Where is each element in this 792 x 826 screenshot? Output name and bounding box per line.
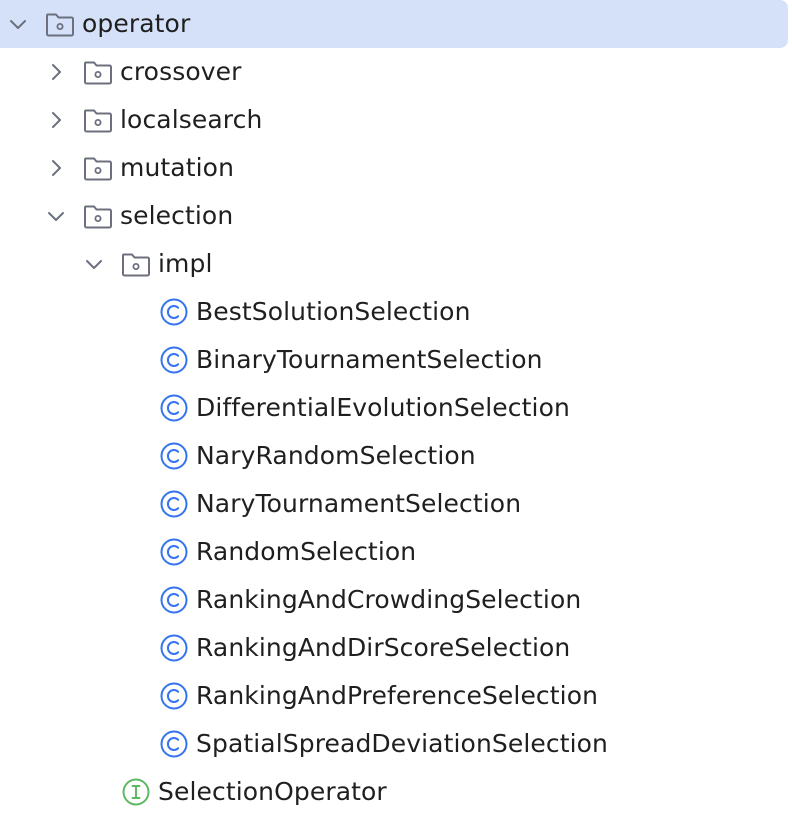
tree-item-label: crossover [120, 57, 242, 86]
tree-item-label: BinaryTournamentSelection [196, 345, 543, 374]
tree-item-localsearch[interactable]: localsearch [0, 96, 788, 144]
tree-item-label: RankingAndPreferenceSelection [196, 681, 599, 710]
folder-package-icon [83, 202, 113, 230]
class-icon [159, 346, 189, 374]
tree-item-label: selection [120, 201, 234, 230]
tree-item-mutation[interactable]: mutation [0, 144, 788, 192]
class-icon [159, 394, 189, 422]
class-icon [159, 682, 189, 710]
tree-item-class[interactable]: RankingAndCrowdingSelection [0, 576, 788, 624]
class-icon [159, 538, 189, 566]
tree-item-label: RankingAndCrowdingSelection [196, 585, 582, 614]
class-icon [159, 298, 189, 326]
chevron-right-icon[interactable] [44, 108, 68, 132]
folder-package-icon [121, 250, 151, 278]
tree-item-class[interactable]: NaryRandomSelection [0, 432, 788, 480]
tree-item-label: SpatialSpreadDeviationSelection [196, 729, 608, 758]
tree-item-operator[interactable]: operator [0, 0, 788, 48]
tree-item-label: DifferentialEvolutionSelection [196, 393, 570, 422]
tree-item-class[interactable]: BinaryTournamentSelection [0, 336, 788, 384]
class-icon [159, 442, 189, 470]
tree-item-label: RandomSelection [196, 537, 417, 566]
tree-item-class[interactable]: RandomSelection [0, 528, 788, 576]
tree-item-impl[interactable]: impl [0, 240, 788, 288]
chevron-down-icon[interactable] [44, 204, 68, 228]
class-icon [159, 490, 189, 518]
tree-item-label: NaryTournamentSelection [196, 489, 522, 518]
tree-item-label: operator [82, 9, 191, 38]
class-icon [159, 586, 189, 614]
tree-item-label: mutation [120, 153, 235, 182]
class-icon [159, 730, 189, 758]
tree-item-class[interactable]: BestSolutionSelection [0, 288, 788, 336]
tree-item-class[interactable]: RankingAndDirScoreSelection [0, 624, 788, 672]
tree-item-label: RankingAndDirScoreSelection [196, 633, 571, 662]
chevron-right-icon[interactable] [44, 156, 68, 180]
tree-item-label: NaryRandomSelection [196, 441, 476, 470]
tree-item-class[interactable]: NaryTournamentSelection [0, 480, 788, 528]
tree-item-class[interactable]: DifferentialEvolutionSelection [0, 384, 788, 432]
folder-package-icon [45, 10, 75, 38]
tree-item-crossover[interactable]: crossover [0, 48, 788, 96]
chevron-down-icon[interactable] [6, 12, 30, 36]
class-icon [159, 634, 189, 662]
interface-icon [121, 778, 151, 806]
chevron-down-icon[interactable] [82, 252, 106, 276]
folder-package-icon [83, 58, 113, 86]
tree-item-label: SelectionOperator [158, 777, 387, 806]
folder-package-icon [83, 106, 113, 134]
project-tree: operator crossover localsearch mutation [0, 0, 792, 826]
tree-item-selection[interactable]: selection [0, 192, 788, 240]
tree-item-class[interactable]: SpatialSpreadDeviationSelection [0, 720, 788, 768]
chevron-right-icon[interactable] [44, 60, 68, 84]
tree-item-label: localsearch [120, 105, 263, 134]
tree-item-label: impl [158, 249, 213, 278]
tree-item-label: BestSolutionSelection [196, 297, 471, 326]
tree-item-class[interactable]: RankingAndPreferenceSelection [0, 672, 788, 720]
tree-item-interface[interactable]: SelectionOperator [0, 768, 788, 816]
folder-package-icon [83, 154, 113, 182]
